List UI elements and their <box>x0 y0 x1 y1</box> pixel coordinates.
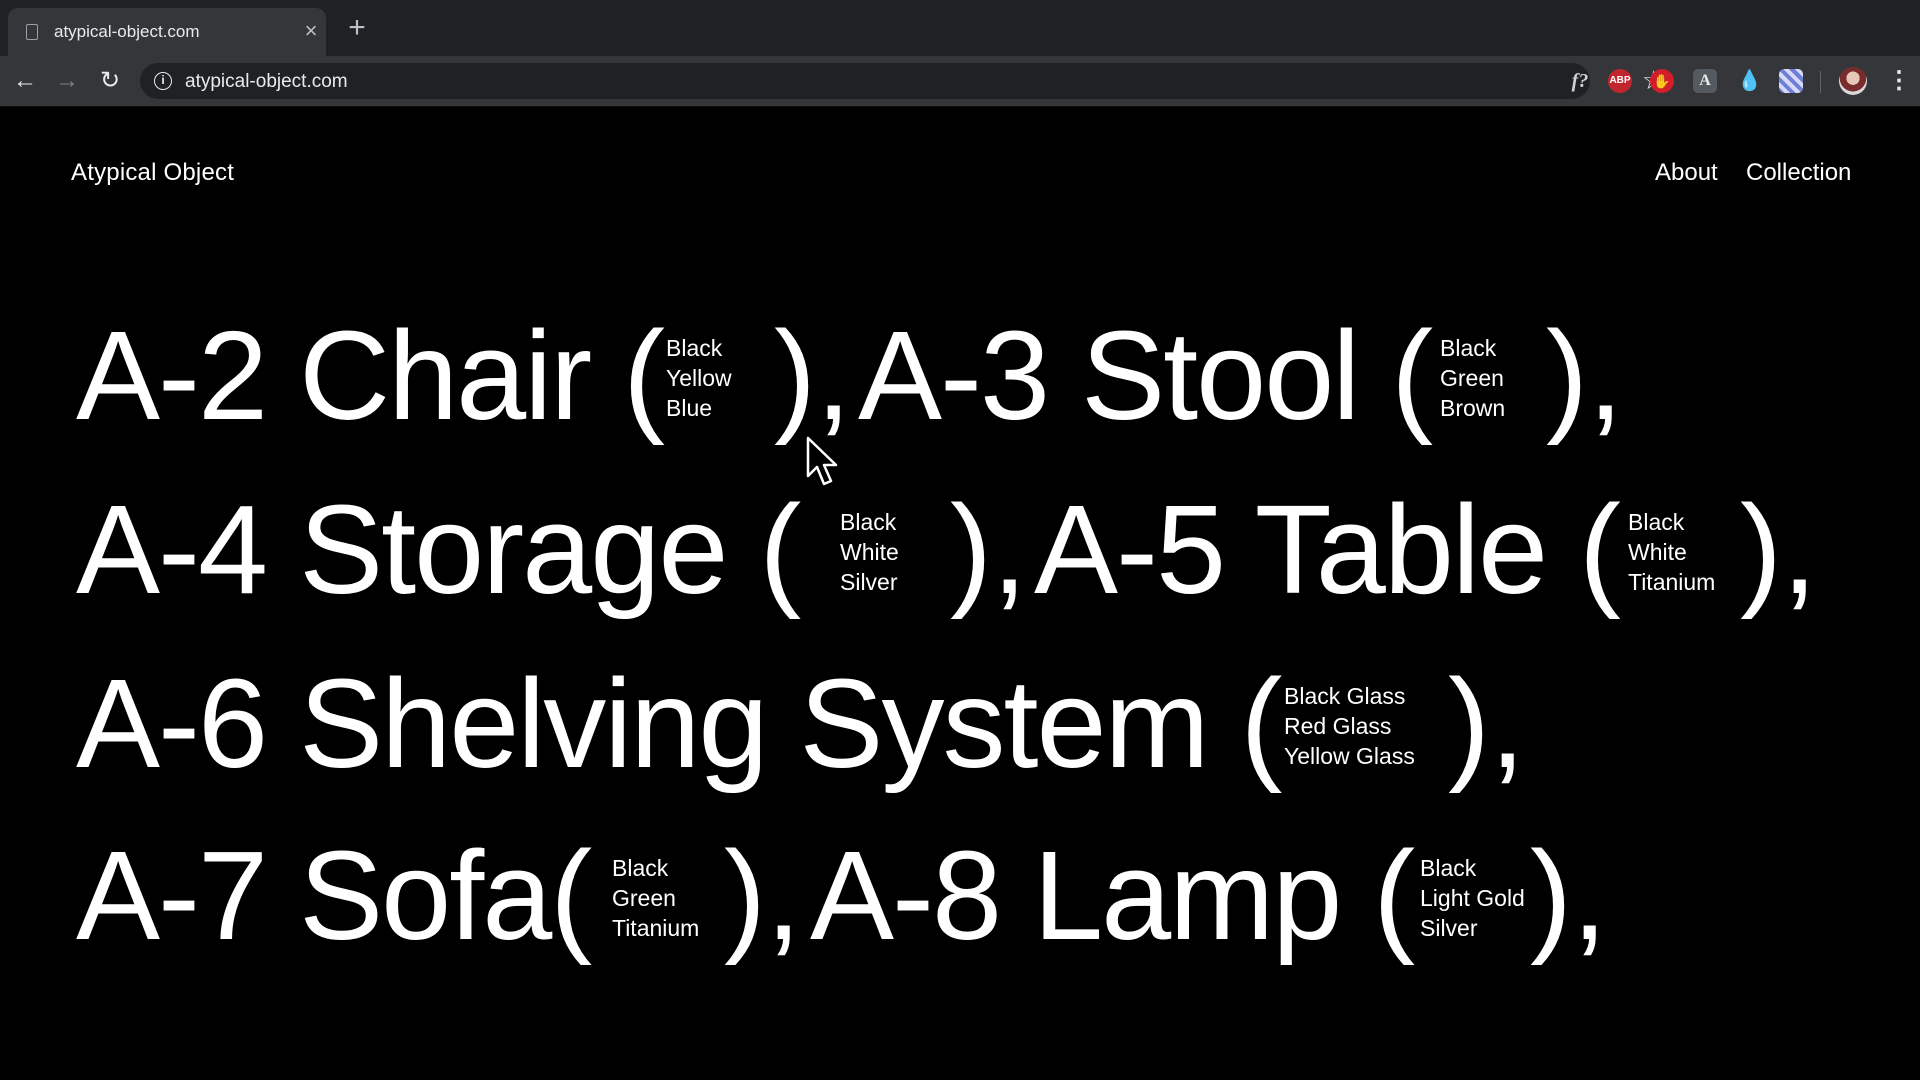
browser-tab-bar: atypical-object.com × + <box>0 0 1920 56</box>
variant-option[interactable]: Silver <box>840 567 899 597</box>
variant-list: Black Green Titanium <box>612 853 699 943</box>
variant-option[interactable]: Green <box>612 883 699 913</box>
closing-paren: ), <box>1740 479 1817 620</box>
tab-title: atypical-object.com <box>54 22 200 41</box>
variant-option[interactable]: Black <box>840 507 899 537</box>
product-name[interactable]: A-7 Sofa( <box>76 833 592 959</box>
product-name[interactable]: A-3 Stool ( <box>858 313 1433 439</box>
variant-option[interactable]: Black <box>1628 507 1715 537</box>
variant-option[interactable]: Yellow Glass <box>1284 741 1415 771</box>
reload-icon[interactable]: ↻ <box>95 66 125 96</box>
product-name[interactable]: A-2 Chair ( <box>76 313 665 439</box>
closing-paren: ), <box>1546 305 1623 446</box>
product-name[interactable]: A-6 Shelving System ( <box>76 661 1282 787</box>
page-icon <box>26 24 38 40</box>
a-extension-icon[interactable]: A <box>1693 69 1717 93</box>
variant-option[interactable]: Red Glass <box>1284 711 1415 741</box>
browser-toolbar: ← → ↻ i atypical-object.com ☆ f? ABP ✋ A… <box>0 56 1920 107</box>
nav-collection-link[interactable]: Collection <box>1746 159 1851 187</box>
forward-arrow-icon[interactable]: → <box>52 66 82 96</box>
variant-option[interactable]: Silver <box>1420 913 1525 943</box>
variant-option[interactable]: Titanium <box>1628 567 1715 597</box>
profile-avatar[interactable] <box>1839 67 1867 95</box>
nav-about-link[interactable]: About <box>1655 159 1718 187</box>
site-logo[interactable]: Atypical Object <box>71 159 234 187</box>
adblock-extension-icon[interactable]: ABP <box>1608 69 1632 93</box>
variant-option[interactable]: Blue <box>666 393 732 423</box>
variant-option[interactable]: Black <box>612 853 699 883</box>
variant-list: Black White Silver <box>840 507 899 597</box>
variant-option[interactable]: Titanium <box>612 913 699 943</box>
url-text[interactable]: atypical-object.com <box>185 71 348 93</box>
variant-list: Black Green Brown <box>1440 333 1505 423</box>
website-page: Atypical Object About Collection A-2 Cha… <box>0 107 1920 1080</box>
fonts-extension-icon[interactable]: f? <box>1565 69 1595 93</box>
variant-option[interactable]: Light Gold <box>1420 883 1525 913</box>
variant-list: Black White Titanium <box>1628 507 1715 597</box>
closing-paren: ), <box>1448 653 1525 794</box>
browser-menu-icon[interactable]: ⋮ <box>1887 66 1911 96</box>
address-bar[interactable]: i atypical-object.com ☆ <box>140 63 1665 99</box>
variant-option[interactable]: Black <box>666 333 732 363</box>
closing-paren: ), <box>1530 825 1607 966</box>
toolbar-divider <box>1820 71 1821 93</box>
variant-option[interactable]: White <box>1628 537 1715 567</box>
new-tab-button[interactable]: + <box>342 13 372 44</box>
variant-option[interactable]: Black <box>1420 853 1525 883</box>
variant-list: Black Light Gold Silver <box>1420 853 1525 943</box>
back-arrow-icon[interactable]: ← <box>10 66 40 96</box>
browser-tab[interactable]: atypical-object.com × <box>8 8 326 56</box>
product-name[interactable]: A-4 Storage ( <box>76 487 801 613</box>
pattern-extension-icon[interactable] <box>1779 69 1803 93</box>
product-name[interactable]: A-8 Lamp ( <box>810 833 1415 959</box>
stop-hand-extension-icon[interactable]: ✋ <box>1650 69 1674 93</box>
arrow-cursor-icon <box>806 436 838 486</box>
variant-option[interactable]: Green <box>1440 363 1505 393</box>
variant-option[interactable]: Black <box>1440 333 1505 363</box>
closing-paren: ), <box>724 825 801 966</box>
closing-paren: ), <box>774 305 851 446</box>
info-icon[interactable]: i <box>154 72 172 90</box>
variant-list: Black Glass Red Glass Yellow Glass <box>1284 681 1415 771</box>
variant-option[interactable]: Brown <box>1440 393 1505 423</box>
close-tab-icon[interactable]: × <box>298 18 324 44</box>
variant-option[interactable]: Black Glass <box>1284 681 1415 711</box>
closing-paren: ), <box>950 479 1027 620</box>
variant-option[interactable]: Yellow <box>666 363 732 393</box>
droplet-extension-icon[interactable]: 💧 <box>1737 69 1762 93</box>
variant-list: Black Yellow Blue <box>666 333 732 423</box>
product-name[interactable]: A-5 Table ( <box>1034 487 1621 613</box>
variant-option[interactable]: White <box>840 537 899 567</box>
